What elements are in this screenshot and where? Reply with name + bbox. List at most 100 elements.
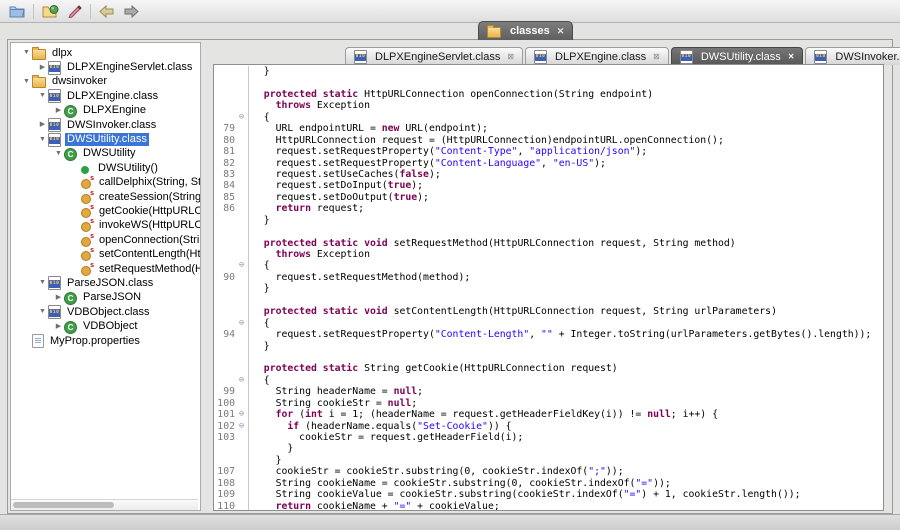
fold-collapse-icon[interactable]: ⊖ — [235, 260, 248, 271]
code-text: { — [248, 375, 883, 386]
tree-item-parsejson-class[interactable]: ▼ ParseJSON.class — [11, 276, 200, 290]
fold-spacer — [235, 77, 248, 88]
collapsed-arrow-icon[interactable]: ▶ — [53, 104, 64, 118]
code-text: request.setDoOutput(true); — [248, 192, 883, 203]
open-archive-icon — [42, 6, 59, 21]
fold-spacer — [235, 158, 248, 169]
code-line: ⊖ { — [214, 318, 883, 329]
expanded-arrow-icon[interactable]: ▼ — [37, 305, 48, 319]
expanded-arrow-icon[interactable]: ▼ — [53, 147, 64, 161]
tree-item-parsejson[interactable]: ▶ParseJSON — [11, 291, 200, 305]
expanded-arrow-icon[interactable]: ▼ — [21, 46, 32, 60]
open-folder-icon — [9, 6, 25, 21]
code-text: cookieStr = request.getHeaderField(i); — [248, 432, 883, 443]
expanded-arrow-icon[interactable]: ▼ — [37, 133, 48, 147]
expanded-arrow-icon[interactable]: ▼ — [37, 276, 48, 290]
tree-item-dwsinvoker-class[interactable]: ▶DWSInvoker.class — [11, 118, 200, 132]
tree-item-dlpxengineservlet-class[interactable]: ▶DLPXEngineServlet.class — [11, 60, 200, 74]
wand-button[interactable] — [64, 3, 85, 19]
collapsed-arrow-icon[interactable]: ▶ — [53, 320, 64, 334]
tree-item-label: openConnection(String) — [97, 234, 201, 247]
tree-item-dlpxengine[interactable]: ▶DLPXEngine — [11, 104, 200, 118]
collapsed-arrow-icon[interactable]: ▶ — [37, 61, 48, 75]
fold-spacer — [235, 501, 248, 511]
code-line: 110 return cookieName + "=" + cookieValu… — [214, 501, 883, 511]
classfile-icon — [814, 50, 827, 64]
tab-dlpxengineservlet-class[interactable]: DLPXEngineServlet.class ⊠ — [345, 47, 523, 65]
window-bottom — [0, 514, 900, 530]
close-icon[interactable]: ✕ — [788, 52, 795, 61]
folder-icon — [32, 49, 46, 60]
tree-item-label: getCookie(HttpURLCon — [97, 205, 201, 218]
classfile-icon — [534, 50, 547, 64]
tree-item-dlpxengine-class[interactable]: ▼DLPXEngine.class — [11, 89, 200, 103]
fold-collapse-icon[interactable]: ⊖ — [235, 421, 248, 432]
code-text: protected static HttpURLConnection openC… — [248, 89, 883, 100]
tree-item-vdbobject-class[interactable]: ▼VDBObject.class — [11, 305, 200, 319]
code-text: for (int i = 1; (headerName = request.ge… — [248, 409, 883, 420]
tree-item-dwsutility[interactable]: DWSUtility() — [11, 161, 200, 175]
collapsed-arrow-icon[interactable]: ▶ — [37, 118, 48, 132]
tree-item-dwsutility-class[interactable]: ▼DWSUtility.class — [11, 132, 200, 146]
fold-spacer — [235, 295, 248, 306]
code-text: } — [248, 215, 883, 226]
tab-dlpxengine-class[interactable]: DLPXEngine.class⊠ — [525, 47, 669, 65]
code-line: 84 request.setDoInput(true); — [214, 180, 883, 191]
code-text: String cookieName = cookieStr.substring(… — [248, 478, 883, 489]
code-line: 99 String headerName = null; — [214, 386, 883, 397]
tree-item-setrequestmethod-http[interactable]: setRequestMethod(Http — [11, 262, 200, 276]
tree-item-dwsinvoker[interactable]: ▼dwsinvoker — [11, 75, 200, 89]
forward-button[interactable] — [120, 4, 142, 19]
open-archive-button[interactable] — [39, 3, 62, 19]
close-icon[interactable]: ⊠ — [653, 52, 660, 61]
editor-tabs: DLPXEngineServlet.class⊠DLPXEngine.class… — [213, 47, 884, 65]
code-text: protected static String getCookie(HttpUR… — [248, 363, 883, 374]
expanded-arrow-icon[interactable]: ▼ — [37, 89, 48, 103]
fold-collapse-icon[interactable]: ⊖ — [235, 112, 248, 123]
tree-item-openconnection-string[interactable]: openConnection(String) — [11, 233, 200, 247]
open-folder-button[interactable] — [6, 3, 28, 19]
tree-item-dwsutility[interactable]: ▼DWSUtility — [11, 147, 200, 161]
code-line — [214, 226, 883, 237]
tree-item-createsession-string-st[interactable]: createSession(String, St — [11, 190, 200, 204]
tree-item-setcontentlength-http[interactable]: setContentLength(Http — [11, 247, 200, 261]
code-line: 109 String cookieValue = cookieStr.subst… — [214, 489, 883, 500]
tab-classes[interactable]: classes ✕ — [478, 21, 573, 40]
tree-item-label: callDelphix(String, Strin — [97, 176, 201, 189]
fold-collapse-icon[interactable]: ⊖ — [235, 375, 248, 386]
code-line: 86 return request; — [214, 203, 883, 214]
expanded-arrow-icon[interactable]: ▼ — [21, 75, 32, 89]
fold-collapse-icon[interactable]: ⊖ — [235, 409, 248, 420]
line-number: 110 — [214, 501, 235, 511]
code-line: protected static String getCookie(HttpUR… — [214, 363, 883, 374]
line-number — [214, 100, 235, 111]
back-button[interactable] — [96, 4, 118, 19]
tree-item-invokews-httpurlconn[interactable]: invokeWS(HttpURLConn — [11, 219, 200, 233]
close-icon[interactable]: ⊠ — [507, 52, 514, 61]
scrollbar-thumb[interactable] — [13, 502, 114, 508]
tree-item-dlpx[interactable]: ▼dlpx — [11, 46, 200, 60]
folder-icon — [487, 27, 501, 38]
fold-spacer — [235, 272, 248, 283]
tree-item-getcookie-httpurlcon[interactable]: getCookie(HttpURLCon — [11, 204, 200, 218]
tree-horizontal-scrollbar[interactable] — [11, 499, 198, 510]
tree-item-vdbobject[interactable]: ▶VDBObject — [11, 319, 200, 333]
code-editor[interactable]: } protected static HttpURLConnection ope… — [213, 64, 884, 511]
close-icon[interactable]: ✕ — [557, 26, 565, 37]
tree-item-myprop-properties[interactable]: MyProp.properties — [11, 334, 200, 348]
fold-collapse-icon[interactable]: ⊖ — [235, 318, 248, 329]
tree-item-label: ParseJSON.class — [65, 277, 155, 290]
line-number — [214, 66, 235, 77]
code-text: request.setRequestProperty("Content-Type… — [248, 146, 883, 157]
fold-spacer — [235, 238, 248, 249]
tab-dwsinvoker-class[interactable]: DWSInvoker.class⊠ — [805, 47, 900, 65]
line-number — [214, 112, 235, 123]
tab-label: DLPXEngineServlet.class — [375, 51, 500, 63]
code-line: ⊖ { — [214, 375, 883, 386]
tree-item-calldelphix-string-strin[interactable]: callDelphix(String, Strin — [11, 176, 200, 190]
line-number: 109 — [214, 489, 235, 500]
code-text: } — [248, 443, 883, 454]
collapsed-arrow-icon[interactable]: ▶ — [53, 291, 64, 305]
code-text: request.setUseCaches(false); — [248, 169, 883, 180]
tab-dwsutility-class[interactable]: DWSUtility.class✕ — [671, 47, 804, 65]
